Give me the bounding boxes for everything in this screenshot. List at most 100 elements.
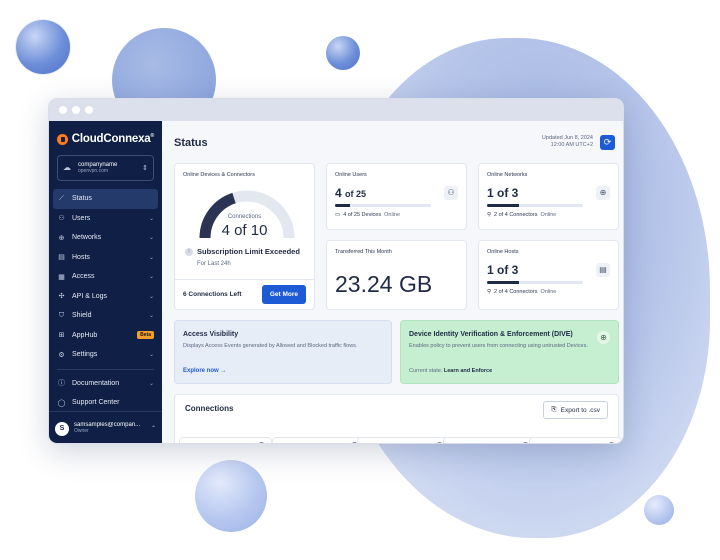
connection-tile[interactable]: 7 [179,437,272,443]
sidebar-item-apphub[interactable]: ⊞ AppHub Beta [53,326,158,346]
metric-number: 4 [335,186,342,200]
sidebar-item-support-center[interactable]: ◯ Support Center [53,393,158,413]
sidebar-item-hosts[interactable]: ▤ Hosts ⌄ [53,248,158,268]
sidebar-item-shield[interactable]: ⛉ Shield ⌄ [53,306,158,326]
updated-time: 12:00 AM UTC+2 [550,142,593,149]
org-domain: openvpn.com [78,167,109,174]
org-text: companyname openvpn.com [78,162,137,174]
sidebar-item-status[interactable]: ⟋ Status [53,189,158,209]
apps-icon: ⊞ [58,332,65,340]
metric-value: 4 of 25 [335,186,366,200]
metric-footer: ⚲ 2 of 4 Connectors Online [487,289,556,295]
globe-icon: ⊕ [58,234,65,242]
card-label: Online Networks [487,172,528,178]
brand-name: CloudConnexa® [71,133,155,145]
footer-strong: 2 of 4 Connectors [494,212,538,218]
sidebar-item-settings[interactable]: ⚙ Settings ⌄ [53,345,158,365]
footer-strong: 4 of 25 Devices [343,212,382,218]
gauge-value: 4 of 10 [221,222,268,239]
sidebar-item-documentation[interactable]: ⓘ Documentation ⌄ [53,374,158,394]
chevron-down-icon: ⌄ [148,235,154,242]
sidebar-item-label: Hosts [72,253,90,261]
export-csv-button[interactable]: ⎘ Export to .csv [543,401,608,419]
card-label: Online Hosts [487,249,519,255]
sidebar-item-label: AppHub [72,331,98,339]
browser-window: CloudConnexa® ☁ companyname openvpn.com … [48,98,624,444]
sidebar-item-access[interactable]: ▦ Access ⌄ [53,267,158,287]
sidebar-nav: ⟋ Status ⚇ Users ⌄ ⊕ Networks ⌄ ▤ Hosts … [49,189,162,413]
dive-card: Device Identity Verification & Enforceme… [400,320,619,384]
sidebar-item-users[interactable]: ⚇ Users ⌄ [53,209,158,229]
chevron-down-icon: ⌄ [148,380,154,387]
metric-value: 1 of 3 [487,186,519,200]
connections-card: Connections ⎘ Export to .csv 7 7 7 20 10 [174,394,622,443]
refresh-button[interactable]: ⟳ [600,135,615,150]
connection-tile[interactable]: 7 [357,437,450,443]
decor-sphere [644,495,674,525]
devices-footer: 6 Connections Left Get More [175,279,314,309]
get-more-button[interactable]: Get More [261,285,306,304]
card-label: Online Devices & Connectors [183,172,255,178]
decor-sphere [195,460,267,532]
decor-sphere [16,20,70,74]
limit-title: Subscription Limit Exceeded [197,247,300,256]
user-menu[interactable]: S samsamples@compan... Owner ⌃ [49,411,162,443]
sidebar-item-api-logs[interactable]: ✣ API & Logs ⌄ [53,287,158,307]
online-devices-card: Online Devices & Connectors Connections … [174,163,315,310]
metric-footer: ⚲ 2 of 4 Connectors Online [487,212,556,218]
org-switcher[interactable]: ☁ companyname openvpn.com ⇕ [57,155,154,181]
gauge-label: Connections [227,214,262,220]
cloud-icon: ☁ [63,163,71,172]
dive-state: Current state: Learn and Enforce [409,368,492,374]
promo-description: Displays Access Events generated by Allo… [183,343,358,349]
server-icon: ▤ [58,254,65,262]
devices-icon: ▭ [335,212,341,218]
page-title: Status [174,137,208,149]
card-label: Online Users [335,172,367,178]
connector-icon: ⚲ [487,289,492,295]
footer-muted: Online [384,212,401,218]
progress-fill [487,204,519,207]
metric-footer: ▭ 4 of 25 Devices Online [335,212,400,218]
window-dot [85,106,93,114]
chevron-down-icon: ⌄ [148,254,154,261]
footer-muted: Online [540,212,557,218]
sidebar-divider [57,368,154,370]
transferred-card: Transferred This Month 23.24 GB [326,240,467,310]
online-hosts-card: Online Hosts 1 of 3 ▤ ⚲ 2 of 4 Connector… [478,240,619,310]
server-icon: ▤ [596,263,610,277]
promo-title: Access Visibility [183,331,239,338]
connection-tile[interactable]: 10 [529,437,622,443]
gear-icon: ⚙ [58,351,65,359]
sidebar-item-label: Networks [72,234,102,242]
progress-bar [487,281,583,284]
fingerprint-icon: ⊕ [597,331,610,344]
access-visibility-card: Access Visibility Displays Access Events… [174,320,392,384]
connection-tile[interactable]: 20 [443,437,536,443]
avatar: S [55,421,69,436]
window-titlebar [49,99,623,121]
sidebar-item-label: Settings [72,351,98,359]
brand[interactable]: CloudConnexa® [49,121,162,153]
chat-icon: ◯ [57,399,66,407]
globe-icon: ⊕ [596,186,610,200]
app: CloudConnexa® ☁ companyname openvpn.com … [49,121,623,443]
connection-tile[interactable]: 7 [272,437,365,443]
info-icon: ⓘ [58,380,65,388]
grid-icon: ▦ [58,273,65,281]
sidebar-item-label: Access [72,273,95,281]
sidebar-item-label: Status [72,195,92,203]
main-content: Status Updated Jun 8, 2024 12:00 AM UTC+… [162,121,623,443]
chevron-down-icon: ⌄ [148,313,154,320]
user-text: samsamples@compan... Owner [74,422,146,435]
api-icon: ✣ [58,293,65,301]
connector-icon: ⚲ [487,212,492,218]
sidebar-item-networks[interactable]: ⊕ Networks ⌄ [53,228,158,248]
explore-now-link[interactable]: Explore now → [183,368,226,374]
chevron-down-icon: ⌄ [148,352,154,359]
brand-trademark: ® [150,133,155,140]
updated-timestamp: Updated Jun 8, 2024 12:00 AM UTC+2 [542,135,593,150]
beta-badge: Beta [137,331,154,340]
sidebar-item-label: Support Center [72,399,120,407]
chevron-down-icon: ⌄ [148,293,154,300]
